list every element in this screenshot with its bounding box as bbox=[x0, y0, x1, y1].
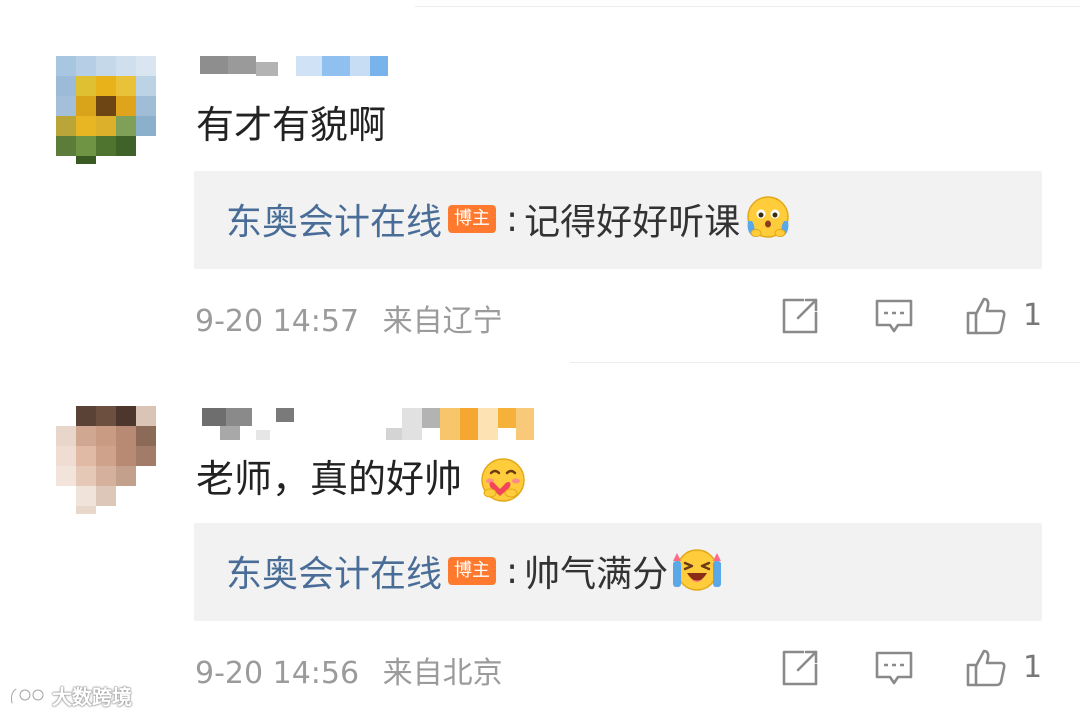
reply-author-link[interactable]: 东奥会计在线 bbox=[226, 193, 442, 245]
comment-item: 有才有貌啊 东奥会计在线 博主 : 记得好好听课 9-20 14:57 来自辽宁… bbox=[0, 0, 1080, 362]
username-blurred[interactable] bbox=[200, 54, 390, 80]
like-count: 1 bbox=[1023, 650, 1043, 685]
reply-icon bbox=[875, 651, 913, 685]
reply-icon bbox=[875, 299, 913, 333]
reply-colon: : bbox=[506, 198, 519, 240]
reply-author-link[interactable]: 东奥会计在线 bbox=[226, 545, 442, 597]
watermark: 大数跨境 bbox=[8, 680, 132, 710]
emoji-icon bbox=[672, 545, 722, 593]
reply-line: 东奥会计在线 博主 : 记得好好听课 bbox=[226, 193, 792, 245]
share-icon bbox=[782, 298, 818, 334]
reply-line: 东奥会计在线 博主 : 帅气满分 bbox=[226, 545, 722, 597]
comment-text-content: 有才有貌啊 bbox=[196, 103, 387, 147]
share-button[interactable] bbox=[778, 646, 822, 690]
comment-time: 9-20 14:56 bbox=[195, 656, 360, 691]
comment-time: 9-20 14:57 bbox=[195, 304, 360, 339]
reply-text: 记得好好听课 bbox=[524, 202, 741, 243]
like-icon bbox=[966, 649, 1006, 687]
like-button[interactable] bbox=[964, 646, 1008, 690]
watermark-logo-icon bbox=[9, 687, 45, 705]
like-count: 1 bbox=[1023, 298, 1043, 333]
watermark-text: 大数跨境 bbox=[52, 684, 132, 709]
share-button[interactable] bbox=[778, 294, 822, 338]
like-button[interactable] bbox=[964, 294, 1008, 338]
comment-text-content: 老师，真的好帅 bbox=[196, 457, 463, 501]
like-icon bbox=[966, 297, 1006, 335]
blogger-badge: 博主 bbox=[448, 205, 497, 233]
avatar[interactable] bbox=[56, 406, 156, 514]
comment-location: 来自北京 bbox=[382, 656, 503, 691]
emoji-icon bbox=[478, 455, 528, 505]
emoji-icon bbox=[744, 193, 792, 241]
comment-meta: 9-20 14:56 来自北京 bbox=[195, 648, 503, 692]
reply-button[interactable] bbox=[872, 294, 916, 338]
username-blurred[interactable] bbox=[200, 406, 540, 440]
reply-preview[interactable]: 东奥会计在线 博主 : 记得好好听课 bbox=[194, 171, 1042, 269]
reply-text: 帅气满分 bbox=[524, 554, 669, 595]
reply-colon: : bbox=[506, 550, 519, 592]
comment-text: 有才有貌啊 bbox=[196, 102, 386, 148]
reply-button[interactable] bbox=[872, 646, 916, 690]
avatar[interactable] bbox=[56, 56, 156, 164]
blogger-badge: 博主 bbox=[448, 557, 497, 585]
reply-preview[interactable]: 东奥会计在线 博主 : 帅气满分 bbox=[194, 523, 1042, 621]
share-icon bbox=[782, 650, 818, 686]
comment-list: 有才有貌啊 东奥会计在线 博主 : 记得好好听课 9-20 14:57 来自辽宁… bbox=[0, 0, 1080, 715]
comment-location: 来自辽宁 bbox=[382, 304, 503, 339]
comment-meta: 9-20 14:57 来自辽宁 bbox=[195, 296, 503, 340]
comment-text: 老师，真的好帅 bbox=[196, 456, 528, 507]
comment-item: 老师，真的好帅 东奥会计在线 博主 : 帅气满分 9-20 14:56 来自北京… bbox=[0, 362, 1080, 715]
